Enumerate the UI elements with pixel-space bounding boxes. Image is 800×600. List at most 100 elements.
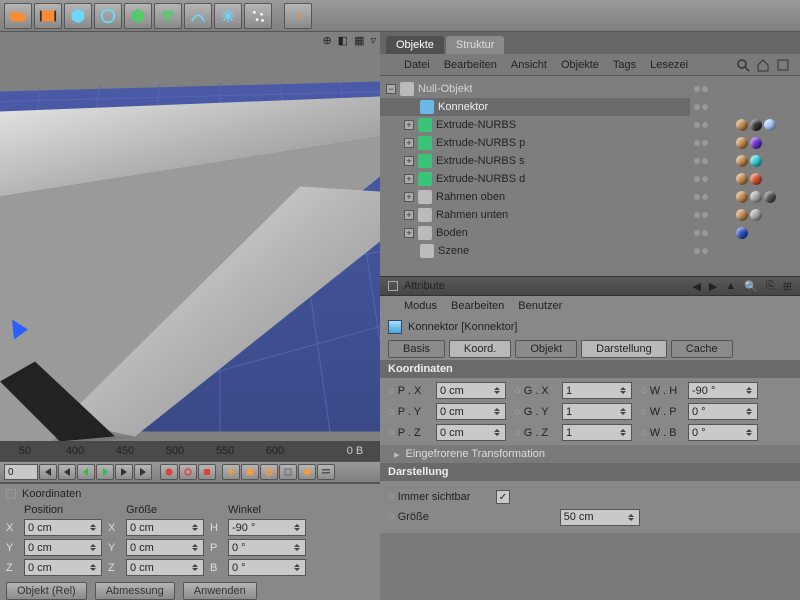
options-icon[interactable] bbox=[317, 464, 335, 480]
tab-cache[interactable]: Cache bbox=[671, 340, 733, 358]
always-visible-label: Immer sichtbar bbox=[388, 491, 488, 503]
wp-field[interactable]: 0 ° bbox=[688, 403, 758, 420]
goto-start-icon[interactable] bbox=[39, 464, 57, 480]
tab-darstellung[interactable]: Darstellung bbox=[581, 340, 667, 358]
next-attr-icon[interactable]: ▶ bbox=[709, 280, 717, 293]
new-attr-icon[interactable]: ⊞ bbox=[783, 280, 792, 293]
viewport-3d[interactable] bbox=[0, 32, 380, 441]
angle-p-field[interactable]: 0 ° bbox=[228, 539, 306, 556]
tree-item[interactable]: +Extrude-NURBS p bbox=[380, 134, 690, 152]
px-field[interactable]: 0 cm bbox=[436, 382, 506, 399]
pz-field[interactable]: 0 cm bbox=[436, 424, 506, 441]
always-visible-checkbox[interactable]: ✓ bbox=[496, 490, 510, 504]
cluster-icon[interactable] bbox=[154, 3, 182, 29]
tab-structure[interactable]: Struktur bbox=[446, 36, 505, 54]
frame-field[interactable]: 0 bbox=[4, 464, 38, 480]
timeline-ruler[interactable]: 50400450500550600 0 B bbox=[0, 441, 380, 461]
tree-item[interactable]: +Rahmen oben bbox=[380, 188, 690, 206]
tree-item[interactable]: Szene bbox=[380, 242, 690, 260]
pla-key-icon[interactable] bbox=[298, 464, 316, 480]
pos-z-field[interactable]: 0 cm bbox=[24, 559, 102, 576]
tree-item[interactable]: +Extrude-NURBS s bbox=[380, 152, 690, 170]
rotate-key-icon[interactable] bbox=[260, 464, 278, 480]
attribute-tabs: Basis Koord. Objekt Darstellung Cache bbox=[380, 338, 800, 360]
apply-button[interactable]: Anwenden bbox=[183, 582, 257, 600]
prev-attr-icon[interactable]: ◀ bbox=[692, 280, 700, 293]
gy-field[interactable]: 1 bbox=[562, 403, 632, 420]
darstellung-group: Immer sichtbar ✓ Größe . . . . . . 50 cm bbox=[380, 481, 800, 533]
scale-key-icon[interactable] bbox=[241, 464, 259, 480]
size-y-field[interactable]: 0 cm bbox=[126, 539, 204, 556]
goto-end-icon[interactable] bbox=[134, 464, 152, 480]
menu-objects[interactable]: Objekte bbox=[561, 59, 599, 71]
search-attr-icon[interactable]: 🔍 bbox=[744, 280, 758, 293]
dimension-button[interactable]: Abmessung bbox=[95, 582, 175, 600]
spiral-icon[interactable] bbox=[94, 3, 122, 29]
play-icon[interactable] bbox=[96, 464, 114, 480]
next-frame-icon[interactable] bbox=[115, 464, 133, 480]
menu-bookmarks[interactable]: Lesezei bbox=[650, 59, 688, 71]
help-icon[interactable]: ? bbox=[284, 3, 312, 29]
search-icon[interactable] bbox=[736, 58, 750, 72]
up-attr-icon[interactable]: ▲ bbox=[725, 280, 736, 293]
tree-item[interactable]: +Rahmen unten bbox=[380, 206, 690, 224]
pos-x-field[interactable]: 0 cm bbox=[24, 519, 102, 536]
prev-key-icon[interactable] bbox=[58, 464, 76, 480]
object-manager-tabs: Objekte Struktur bbox=[380, 32, 800, 54]
tree-item[interactable]: +Extrude-NURBS bbox=[380, 116, 690, 134]
menu-view[interactable]: Ansicht bbox=[511, 59, 547, 71]
param-key-icon[interactable] bbox=[279, 464, 297, 480]
menu-edit[interactable]: Bearbeiten bbox=[444, 59, 497, 71]
lock-attr-icon[interactable]: ⎘ bbox=[766, 280, 775, 293]
particles-icon[interactable] bbox=[244, 3, 272, 29]
tree-item[interactable]: +Boden bbox=[380, 224, 690, 242]
main-toolbar: ? bbox=[0, 0, 800, 32]
menu-edit2[interactable]: Bearbeiten bbox=[451, 300, 504, 312]
size-z-field[interactable]: 0 cm bbox=[126, 559, 204, 576]
folder-icon[interactable] bbox=[4, 3, 32, 29]
menu-tags[interactable]: Tags bbox=[613, 59, 636, 71]
tab-basis[interactable]: Basis bbox=[388, 340, 445, 358]
angle-b-field[interactable]: 0 ° bbox=[228, 559, 306, 576]
tab-objekt[interactable]: Objekt bbox=[515, 340, 577, 358]
tree-item[interactable]: −Null-Objekt bbox=[380, 80, 690, 98]
curve-icon[interactable] bbox=[184, 3, 212, 29]
size-x-field[interactable]: 0 cm bbox=[126, 519, 204, 536]
transport-bar: 0 bbox=[0, 461, 380, 483]
menu-mode[interactable]: Modus bbox=[404, 300, 437, 312]
cube-icon[interactable] bbox=[64, 3, 92, 29]
tab-koord[interactable]: Koord. bbox=[449, 340, 511, 358]
svg-text:?: ? bbox=[295, 12, 301, 23]
gx-field[interactable]: 1 bbox=[562, 382, 632, 399]
angle-h-field[interactable]: -90 ° bbox=[228, 519, 306, 536]
home-icon[interactable] bbox=[756, 58, 770, 72]
gz-field[interactable]: 1 bbox=[562, 424, 632, 441]
polygon-icon[interactable] bbox=[124, 3, 152, 29]
object-mode-button[interactable]: Objekt (Rel) bbox=[6, 582, 87, 600]
viewport-controls[interactable]: ⊕◧▦▿ bbox=[322, 34, 376, 47]
film-icon[interactable] bbox=[34, 3, 62, 29]
coord-title: Koordinaten bbox=[22, 488, 81, 500]
tab-objects[interactable]: Objekte bbox=[386, 36, 444, 54]
frozen-transform[interactable]: Eingefrorene Transformation bbox=[380, 445, 800, 463]
menu-file[interactable]: Datei bbox=[404, 59, 430, 71]
wb-field[interactable]: 0 ° bbox=[688, 424, 758, 441]
attribute-menu: Modus Bearbeiten Benutzer bbox=[380, 296, 800, 316]
pos-y-field[interactable]: 0 cm bbox=[24, 539, 102, 556]
py-field[interactable]: 0 cm bbox=[436, 403, 506, 420]
size-field[interactable]: 50 cm bbox=[560, 509, 640, 526]
autokey-icon[interactable] bbox=[179, 464, 197, 480]
object-title: Konnektor [Konnektor] bbox=[380, 316, 800, 338]
tree-item[interactable]: +Extrude-NURBS d bbox=[380, 170, 690, 188]
move-key-icon[interactable] bbox=[222, 464, 240, 480]
expand-panel-icon[interactable] bbox=[776, 58, 790, 72]
record-icon[interactable] bbox=[160, 464, 178, 480]
tree-item[interactable]: Konnektor bbox=[380, 98, 690, 116]
object-tree[interactable]: −Null-ObjektKonnektor+Extrude-NURBS+Extr… bbox=[380, 76, 800, 276]
viewport[interactable]: ⊕◧▦▿ bbox=[0, 32, 380, 441]
prev-frame-icon[interactable] bbox=[77, 464, 95, 480]
expand-icon[interactable] bbox=[214, 3, 242, 29]
menu-user[interactable]: Benutzer bbox=[518, 300, 562, 312]
wh-field[interactable]: -90 ° bbox=[688, 382, 758, 399]
key-icon[interactable] bbox=[198, 464, 216, 480]
